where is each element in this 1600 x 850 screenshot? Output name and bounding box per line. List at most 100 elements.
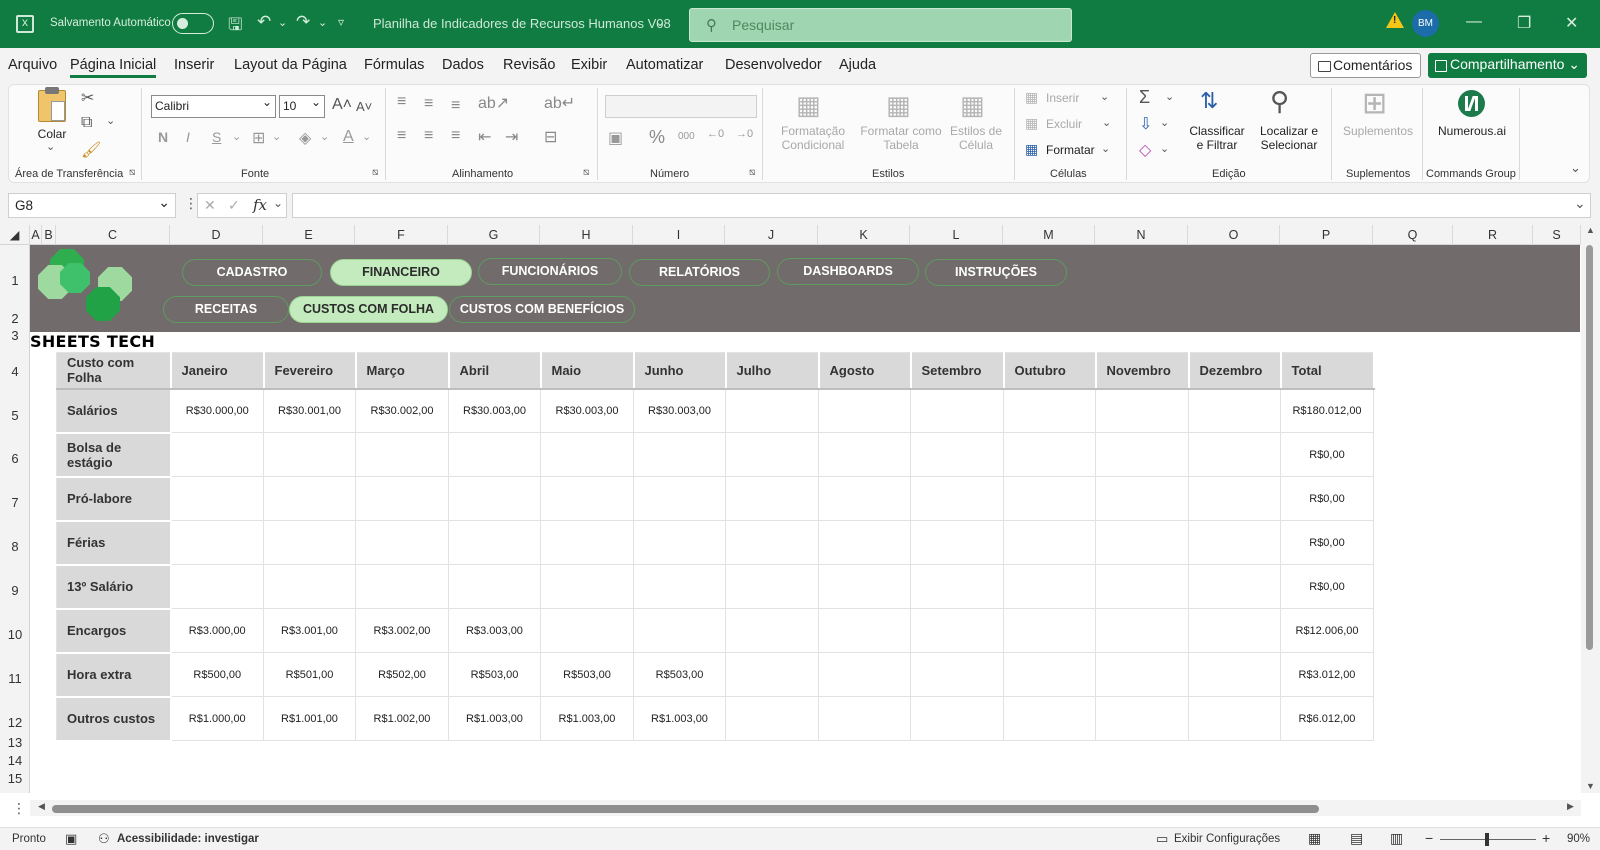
insert-cells-icon[interactable]: ▦ [1025,89,1038,106]
table-cell[interactable] [1188,608,1281,653]
table-cell[interactable] [818,696,911,741]
delete-dropdown-icon[interactable]: ⌄ [1102,116,1111,129]
table-cell[interactable] [1188,696,1281,741]
column-header-h[interactable]: H [540,225,633,245]
table-cell[interactable] [170,432,264,477]
scroll-up-icon[interactable]: ▲ [1586,225,1595,235]
orientation-icon[interactable]: ab↗ [478,93,509,113]
menu-revisao[interactable]: Revisão [503,57,555,73]
underline-button[interactable]: S [212,129,221,145]
zoom-level[interactable]: 90% [1567,833,1590,845]
column-header-q[interactable]: Q [1373,225,1453,245]
font-color-icon[interactable]: A [343,128,354,146]
row-header-12[interactable]: 12 [0,715,30,730]
row-header-4[interactable]: 4 [0,364,30,379]
table-cell[interactable] [263,564,356,609]
cut-icon[interactable]: ✂ [81,88,94,108]
autosave-toggle[interactable] [172,13,214,34]
share-button[interactable]: Compartilhamento ⌄ [1428,53,1587,78]
row-header-5[interactable]: 5 [0,408,30,423]
table-cell[interactable] [725,388,819,433]
table-cell[interactable] [910,696,1004,741]
row-header-13[interactable]: 13 [0,735,30,750]
table-cell[interactable] [1188,432,1281,477]
row-total-cell[interactable]: R$0,00 [1280,432,1374,477]
column-header-d[interactable]: D [170,225,263,245]
table-cell[interactable]: R$3.003,00 [448,608,541,653]
row-total-cell[interactable]: R$6.012,00 [1280,696,1374,741]
cell-styles-icon[interactable]: ▦ [960,90,985,121]
row-header-10[interactable]: 10 [0,627,30,642]
cell-styles-label[interactable]: Estilos de Célula [944,124,1008,152]
table-cell[interactable] [633,608,726,653]
display-settings-label[interactable]: Exibir Configurações [1174,833,1280,845]
table-cell[interactable] [818,520,911,565]
wrap-text-icon[interactable]: ab↵ [544,93,575,113]
table-cell[interactable] [818,564,911,609]
save-icon[interactable]: 🖫 [228,12,242,41]
zoom-out-icon[interactable]: − [1425,830,1433,846]
table-cell[interactable] [540,476,634,521]
header-julho[interactable]: Julho [725,352,820,390]
table-cell[interactable] [263,520,356,565]
font-color-dropdown-icon[interactable]: ⌄ [362,130,371,143]
cancel-formula-icon[interactable]: ✕ [204,197,216,214]
close-icon[interactable]: ✕ [1565,13,1578,33]
vertical-scroll-thumb[interactable] [1586,245,1593,650]
row-header-2[interactable]: 2 [0,311,30,326]
title-chevron-down-icon[interactable]: ⌄ [655,15,665,29]
table-cell[interactable] [910,652,1004,697]
header-marco[interactable]: Março [355,352,450,390]
table-cell[interactable] [1095,696,1189,741]
nav-custos-com-folha[interactable]: CUSTOS COM FOLHA [289,296,448,323]
table-cell[interactable]: R$30.001,00 [263,388,356,433]
table-cell[interactable] [910,388,1004,433]
column-header-n[interactable]: N [1095,225,1188,245]
align-left-icon[interactable]: ≡ [397,127,406,145]
confirm-formula-icon[interactable]: ✓ [228,197,240,214]
horizontal-scroll-thumb[interactable] [52,805,1319,813]
header-maio[interactable]: Maio [540,352,635,390]
header-agosto[interactable]: Agosto [818,352,912,390]
merge-cells-icon[interactable]: ⊟ [544,127,557,147]
table-cell[interactable] [1003,476,1096,521]
table-cell[interactable]: R$3.001,00 [263,608,356,653]
table-cell[interactable] [818,608,911,653]
table-cell[interactable] [1003,520,1096,565]
redo-icon[interactable]: ↷ [296,12,310,32]
table-cell[interactable] [540,564,634,609]
row-header-1[interactable]: 1 [0,273,30,288]
clear-dropdown-icon[interactable]: ⌄ [1160,142,1169,155]
decrease-indent-icon[interactable]: ⇤ [478,127,491,147]
clipboard-launcher-icon[interactable]: ⧅ [129,167,135,178]
column-header-l[interactable]: L [910,225,1003,245]
align-middle-icon[interactable]: ≡ [424,95,433,113]
macro-record-icon[interactable]: ▣ [65,831,77,847]
table-cell[interactable] [448,432,541,477]
numerous-ai-label[interactable]: Numerous.ai [1432,124,1512,138]
find-select-icon[interactable]: ⚲ [1270,86,1289,117]
table-cell[interactable] [1095,652,1189,697]
scroll-left-icon[interactable]: ◀ [38,801,45,812]
table-cell[interactable] [1095,564,1189,609]
column-header-j[interactable]: J [725,225,818,245]
menu-automatizar[interactable]: Automatizar [626,57,703,73]
table-cell[interactable]: R$503,00 [633,652,726,697]
table-cell[interactable]: R$503,00 [540,652,634,697]
table-cell[interactable]: R$1.003,00 [540,696,634,741]
table-cell[interactable]: R$1.001,00 [263,696,356,741]
table-cell[interactable]: R$30.003,00 [540,388,634,433]
row-total-cell[interactable]: R$0,00 [1280,520,1374,565]
table-cell[interactable] [633,520,726,565]
document-title[interactable]: Planilha de Indicadores de Recursos Huma… [373,16,671,31]
borders-dropdown-icon[interactable]: ⌄ [272,130,281,143]
table-cell[interactable]: R$3.000,00 [170,608,264,653]
autosum-icon[interactable]: Σ [1139,87,1150,108]
table-cell[interactable]: R$30.002,00 [355,388,449,433]
currency-icon[interactable]: ▣ [608,128,623,148]
table-cell[interactable] [725,652,819,697]
table-cell[interactable]: R$500,00 [170,652,264,697]
row-label[interactable]: Hora extra [56,652,172,698]
autosum-dropdown-icon[interactable]: ⌄ [1165,90,1174,103]
table-cell[interactable] [818,388,911,433]
